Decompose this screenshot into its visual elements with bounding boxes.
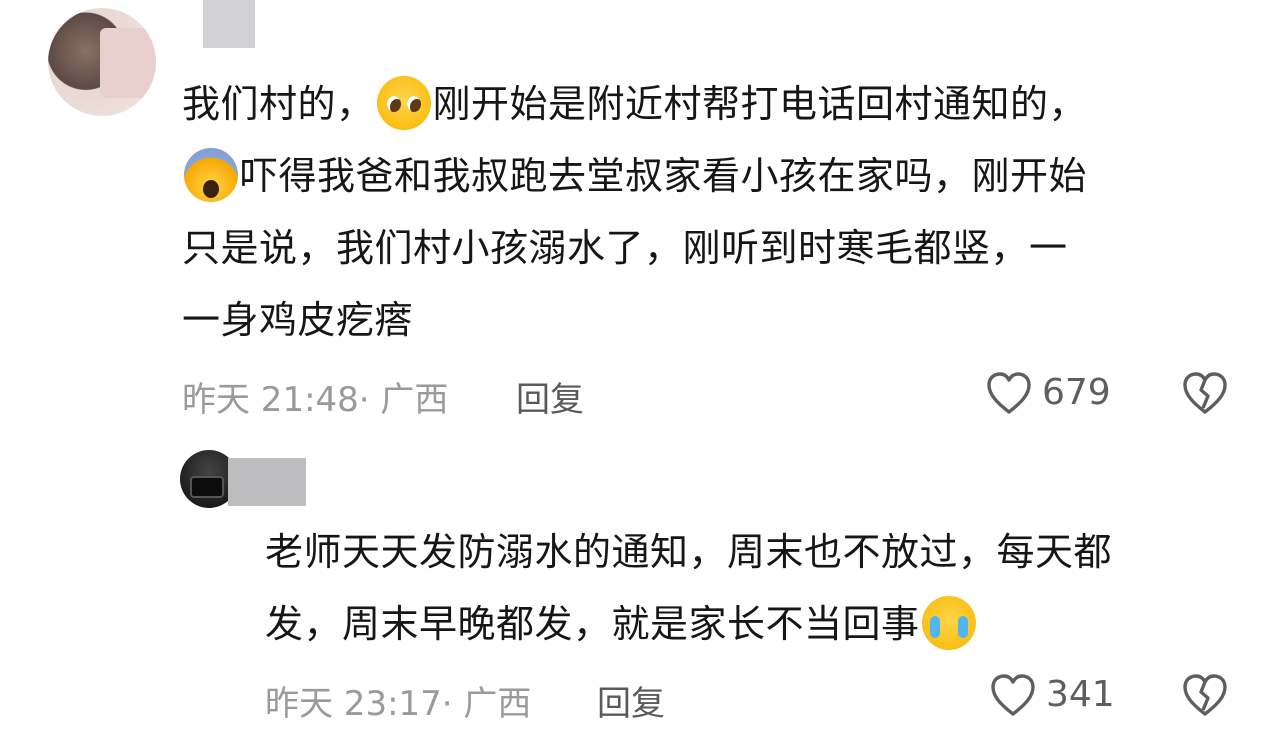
reply-button[interactable]: 回复	[516, 372, 584, 421]
comment-timestamp-location: 昨天 23:17· 广西	[265, 684, 532, 724]
pleading-face-emoji	[376, 75, 431, 130]
comment-text-segment: 吓得我爸和我叔跑去堂叔家看小孩在家吗，刚开始	[240, 154, 1088, 198]
like-count: 679	[1042, 372, 1111, 413]
comment-line: 老师天天发防溺水的通知，周末也不放过，每天都	[265, 516, 1245, 588]
comment-text-segment: 发，周末早晚都发，就是家长不当回事	[265, 602, 920, 646]
commenter-avatar[interactable]	[48, 8, 156, 116]
heart-outline-icon[interactable]	[990, 674, 1036, 718]
comment-line: 我们村的， 刚开始是附近村帮打电话回村通知的，	[182, 68, 1232, 140]
heart-outline-icon[interactable]	[986, 372, 1032, 416]
comment-text-segment: 一身鸡皮疙瘩	[182, 298, 414, 342]
comment-body: 我们村的， 刚开始是附近村帮打电话回村通知的， 吓得我爸和我叔跑去堂叔家看小孩在家…	[182, 68, 1232, 356]
broken-heart-icon[interactable]	[1182, 372, 1228, 416]
reply-body: 老师天天发防溺水的通知，周末也不放过，每天都 发，周末早晚都发，就是家长不当回事	[265, 516, 1245, 660]
reply-button[interactable]: 回复	[597, 676, 665, 725]
comment-line: 吓得我爸和我叔跑去堂叔家看小孩在家吗，刚开始	[182, 140, 1232, 212]
screaming-face-emoji	[184, 147, 238, 202]
comment-text-segment: 刚开始是附近村帮打电话回村通知的，	[432, 82, 1088, 126]
crying-face-emoji	[921, 595, 976, 650]
commenter-name-redacted[interactable]	[203, 0, 255, 48]
reply-commenter-name-redacted[interactable]	[228, 458, 306, 506]
comment-line: 发，周末早晚都发，就是家长不当回事	[265, 588, 1245, 660]
like-count: 341	[1046, 674, 1115, 715]
broken-heart-icon[interactable]	[1182, 674, 1228, 718]
comment-timestamp-location: 昨天 21:48· 广西	[182, 380, 449, 420]
comment-text-segment: 我们村的，	[182, 82, 375, 126]
comment-text-segment: 老师天天发防溺水的通知，周末也不放过，每天都	[265, 530, 1113, 574]
comment-text-segment: 只是说，我们村小孩溺水了，刚听到时寒毛都竖，一	[182, 226, 1068, 270]
comment-line: 只是说，我们村小孩溺水了，刚听到时寒毛都竖，一	[182, 212, 1232, 284]
comment-line: 一身鸡皮疙瘩	[182, 284, 1232, 356]
